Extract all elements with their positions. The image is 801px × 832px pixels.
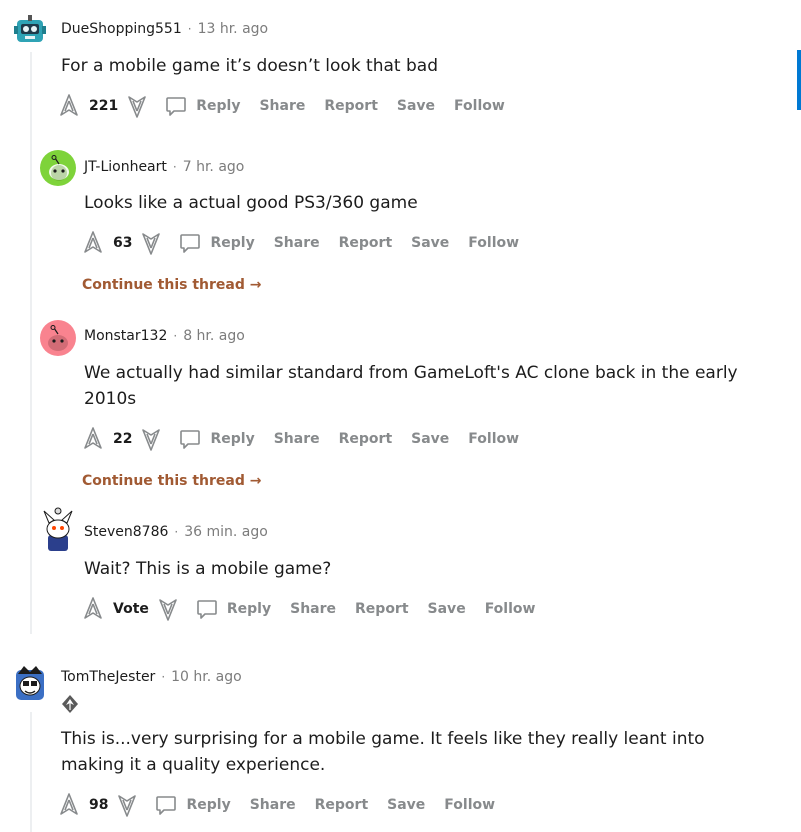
snoo-green-avatar-icon: [49, 155, 69, 181]
reply-button[interactable]: Reply: [154, 793, 231, 817]
reply-button[interactable]: Reply: [164, 94, 240, 118]
avatar[interactable]: [12, 12, 48, 48]
follow-button[interactable]: Follow: [454, 98, 505, 114]
save-button[interactable]: Save: [411, 431, 449, 447]
share-button[interactable]: Share: [250, 797, 296, 813]
comment-actions: 22 Reply Share Report Save Follow: [82, 425, 519, 453]
comment-text: This is...very surprising for a mobile g…: [61, 729, 705, 775]
report-button[interactable]: Report: [355, 601, 409, 617]
report-button[interactable]: Report: [324, 98, 378, 114]
upvote-icon[interactable]: [82, 426, 104, 452]
avatar[interactable]: [40, 320, 76, 356]
reply-button[interactable]: Reply: [178, 231, 255, 255]
avatar[interactable]: [40, 505, 76, 551]
separator-dot: ·: [161, 670, 166, 684]
robot-avatar-icon: [14, 15, 46, 42]
scroll-highlight: [797, 50, 801, 110]
score: 221: [89, 98, 119, 114]
timestamp[interactable]: 13 hr. ago: [198, 21, 269, 37]
reply-label: Reply: [186, 797, 231, 813]
save-button[interactable]: Save: [397, 98, 435, 114]
reply-label: Reply: [210, 431, 255, 447]
save-button[interactable]: Save: [387, 797, 425, 813]
snoo-custom-avatar-icon: [43, 507, 73, 551]
follow-button[interactable]: Follow: [444, 797, 495, 813]
report-button[interactable]: Report: [339, 235, 393, 251]
thread-line[interactable]: [30, 712, 32, 832]
comment-bubble-icon: [156, 796, 177, 815]
downvote-icon[interactable]: [140, 426, 162, 452]
reply-button[interactable]: Reply: [178, 427, 255, 451]
continue-thread-link[interactable]: Continue this thread →: [82, 473, 261, 489]
save-button[interactable]: Save: [428, 601, 466, 617]
separator-dot: ·: [172, 160, 177, 174]
timestamp[interactable]: 8 hr. ago: [183, 328, 245, 344]
downvote-icon[interactable]: [140, 230, 162, 256]
downvote-icon[interactable]: [157, 596, 179, 622]
share-button[interactable]: Share: [290, 601, 336, 617]
avatar[interactable]: [40, 150, 76, 186]
timestamp[interactable]: 36 min. ago: [184, 524, 268, 540]
reply-label: Reply: [196, 98, 241, 114]
comment-meta: Steven8786 · 36 min. ago: [84, 524, 268, 540]
save-button[interactable]: Save: [411, 235, 449, 251]
comment-bubble-icon: [166, 97, 187, 116]
comment-text: For a mobile game it’s doesn’t look that…: [61, 56, 438, 76]
comment-bubble-icon: [180, 430, 201, 449]
comment-meta: JT-Lionheart · 7 hr. ago: [84, 159, 244, 175]
continue-thread-link[interactable]: Continue this thread →: [82, 277, 261, 293]
follow-button[interactable]: Follow: [468, 431, 519, 447]
snoo-pink-avatar-icon: [48, 325, 68, 351]
share-button[interactable]: Share: [274, 431, 320, 447]
upvote-icon[interactable]: [58, 93, 80, 119]
comment-actions: Vote Reply Share Report Save Follow: [82, 595, 535, 623]
report-button[interactable]: Report: [339, 431, 393, 447]
share-button[interactable]: Share: [259, 98, 305, 114]
comment-bubble-icon: [197, 600, 217, 619]
vote-label: Vote: [113, 601, 149, 617]
comment-text: We actually had similar standard from Ga…: [84, 363, 738, 409]
username[interactable]: JT-Lionheart: [84, 159, 167, 175]
upvote-icon[interactable]: [82, 230, 104, 256]
comment-actions: 98 Reply Share Report Save Follow: [58, 791, 495, 819]
username[interactable]: Steven8786: [84, 524, 168, 540]
comment-text: Looks like a actual good PS3/360 game: [84, 193, 418, 213]
username[interactable]: DueShopping551: [61, 21, 182, 37]
jester-avatar-icon: [16, 666, 44, 700]
comment-meta: TomTheJester · 10 hr. ago: [61, 669, 242, 685]
username[interactable]: Monstar132: [84, 328, 167, 344]
comment-actions: 221 Reply Share Report Save Follow: [58, 92, 505, 120]
downvote-icon[interactable]: [116, 792, 138, 818]
comment-actions: 63 Reply Share Report Save Follow: [82, 229, 519, 257]
thread-line[interactable]: [30, 52, 32, 634]
score: 63: [113, 235, 133, 251]
score: 98: [89, 797, 109, 813]
separator-dot: ·: [173, 329, 178, 343]
timestamp[interactable]: 7 hr. ago: [183, 159, 245, 175]
upvote-icon[interactable]: [82, 596, 104, 622]
upvote-icon[interactable]: [58, 792, 80, 818]
separator-dot: ·: [187, 22, 192, 36]
separator-dot: ·: [174, 525, 179, 539]
follow-button[interactable]: Follow: [468, 235, 519, 251]
share-button[interactable]: Share: [274, 235, 320, 251]
downvote-icon[interactable]: [126, 93, 148, 119]
comment-bubble-icon: [180, 234, 201, 253]
follow-button[interactable]: Follow: [485, 601, 536, 617]
username[interactable]: TomTheJester: [61, 669, 155, 685]
comment-meta: Monstar132 · 8 hr. ago: [84, 328, 245, 344]
comment-meta: DueShopping551 · 13 hr. ago: [61, 21, 268, 37]
avatar[interactable]: [12, 664, 48, 704]
report-button[interactable]: Report: [315, 797, 369, 813]
reply-label: Reply: [226, 601, 272, 617]
assassin-emblem-flair-icon: [62, 695, 78, 713]
comment-text: Wait? This is a mobile game?: [84, 559, 332, 579]
timestamp[interactable]: 10 hr. ago: [171, 669, 242, 685]
reply-label: Reply: [210, 235, 255, 251]
score: 22: [113, 431, 133, 447]
reply-button[interactable]: Reply: [195, 597, 271, 621]
